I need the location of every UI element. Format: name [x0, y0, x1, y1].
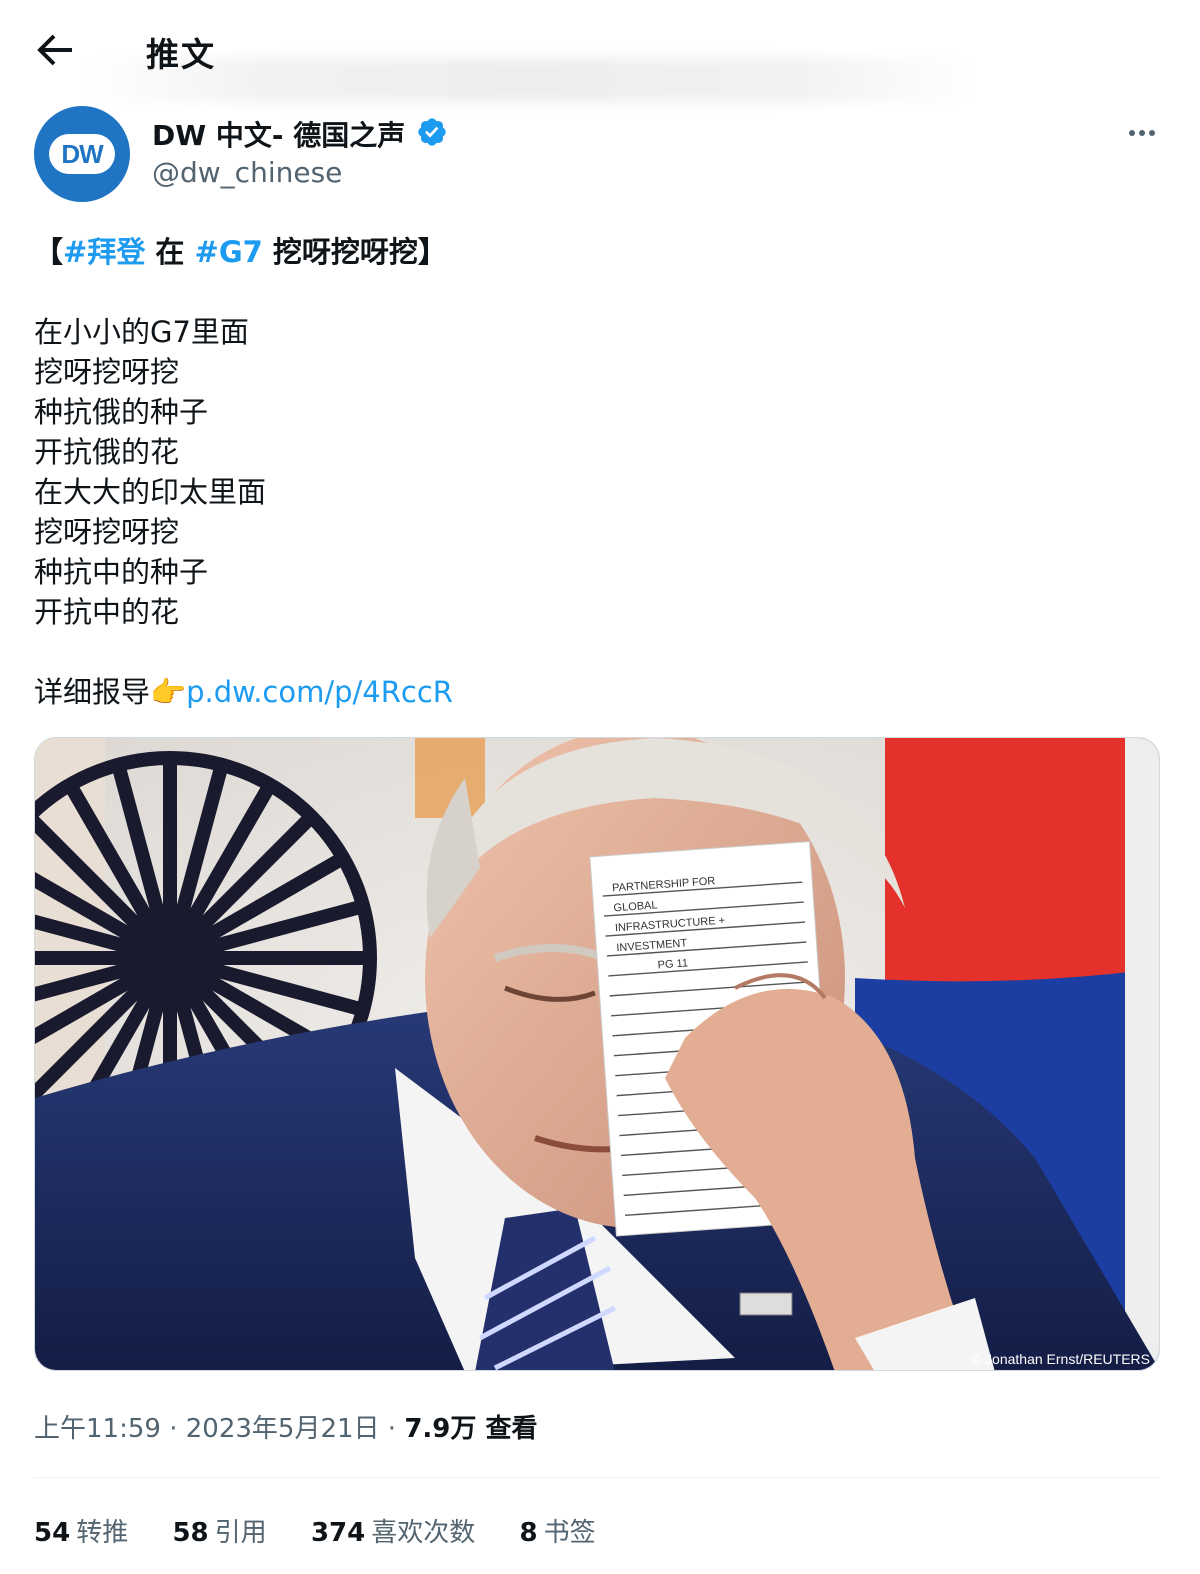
tweet-link[interactable]: p.dw.com/p/4RccR	[186, 675, 453, 709]
tweet-line: 种抗俄的种子	[34, 395, 209, 429]
tweet-line: 开抗中的花	[34, 595, 180, 629]
blurred-region	[80, 58, 980, 102]
tweet-line: 在小小的G7里面	[34, 315, 249, 349]
tweet-text: 【#拜登 在 #G7 挖呀挖呀挖】 在小小的G7里面 挖呀挖呀挖 种抗俄的种子 …	[34, 232, 1164, 712]
divider	[34, 1477, 1160, 1478]
views-count: 7.9万	[404, 1414, 477, 1444]
dw-logo: DW	[49, 134, 115, 174]
back-button[interactable]	[30, 26, 78, 74]
likes-stat[interactable]: 374 喜欢次数	[311, 1512, 475, 1549]
top-bar: 推文	[0, 0, 1200, 102]
tweet-link-line: 详细报导👉p.dw.com/p/4RccR	[34, 675, 453, 709]
quotes-stat[interactable]: 58 引用	[172, 1512, 266, 1549]
tweet-title-line: 【#拜登 在 #G7 挖呀挖呀挖】	[34, 235, 447, 269]
photo-credit: © Jonathan Ernst/REUTERS	[971, 1351, 1150, 1367]
tweet-line: 开抗俄的花	[34, 435, 180, 469]
tweet-meta: 上午11:59 · 2023年5月21日 · 7.9万 查看	[34, 1414, 538, 1444]
views-label: 查看	[476, 1414, 538, 1444]
more-button[interactable]	[1120, 118, 1164, 148]
more-horizontal-icon	[1127, 130, 1157, 136]
tweet-photo[interactable]: PARTNERSHIP FOR GLOBAL INFRASTRUCTURE + …	[34, 737, 1160, 1371]
verified-badge-icon	[418, 118, 446, 146]
tweet-line: 挖呀挖呀挖	[34, 515, 180, 549]
hashtag-g7[interactable]: #G7	[195, 235, 263, 269]
author-handle[interactable]: @dw_chinese	[152, 156, 342, 189]
tweet-time[interactable]: 上午11:59	[34, 1414, 161, 1444]
author-name[interactable]: DW 中文- 德国之声	[152, 114, 405, 154]
engagement-stats: 54 转推 58 引用 374 喜欢次数 8 书签	[34, 1512, 632, 1549]
photo-illustration: PARTNERSHIP FOR GLOBAL INFRASTRUCTURE + …	[35, 738, 1159, 1370]
arrow-left-icon	[37, 34, 72, 66]
note-line: PG 11	[657, 957, 688, 971]
tweet-date[interactable]: 2023年5月21日	[186, 1414, 380, 1444]
hashtag-biden[interactable]: #拜登	[63, 235, 145, 269]
avatar[interactable]: DW	[34, 106, 130, 202]
bookmarks-stat[interactable]: 8 书签	[520, 1512, 596, 1549]
tweet-line: 挖呀挖呀挖	[34, 355, 180, 389]
tweet-line: 种抗中的种子	[34, 555, 209, 589]
retweets-stat[interactable]: 54 转推	[34, 1512, 128, 1549]
tweet-line: 在大大的印太里面	[34, 475, 267, 509]
